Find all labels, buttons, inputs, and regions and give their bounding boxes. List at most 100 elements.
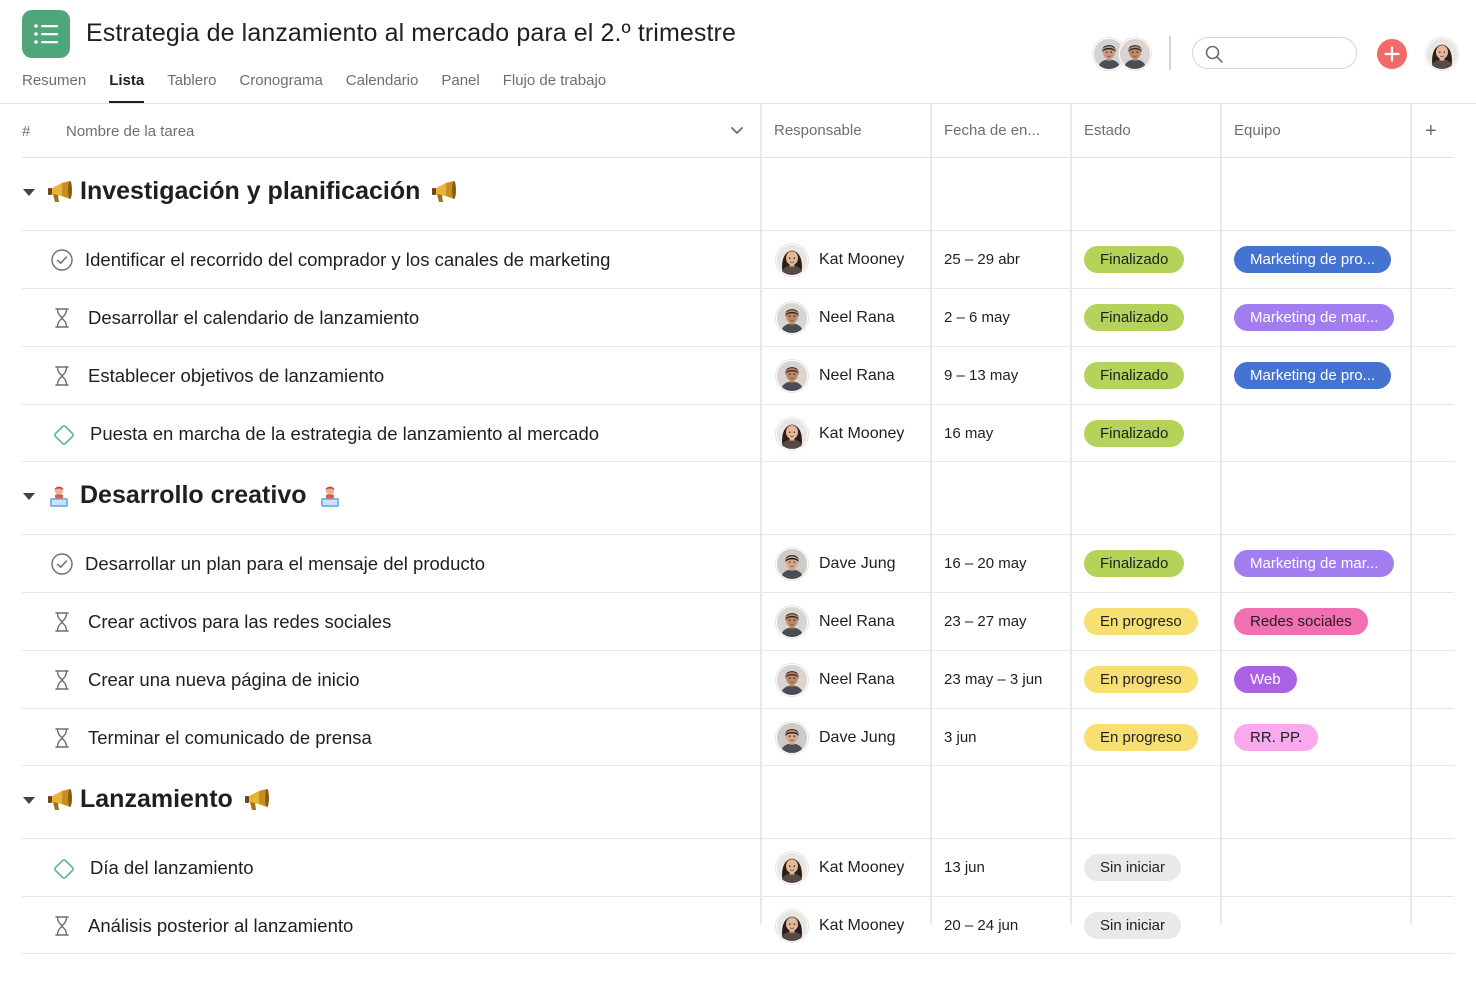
task-name[interactable]: Establecer objetivos de lanzamiento: [88, 365, 384, 387]
task-name[interactable]: Identificar el recorrido del comprador y…: [85, 249, 610, 271]
task-row[interactable]: Crear activos para las redes sociales Ne…: [22, 592, 1454, 650]
assignee-cell[interactable]: Dave Jung: [776, 722, 896, 754]
project-members[interactable]: [1093, 38, 1151, 70]
task-row[interactable]: Análisis posterior al lanzamiento Kat Mo…: [22, 896, 1454, 954]
tab-panel[interactable]: Panel: [441, 70, 479, 104]
column-assignee[interactable]: Responsable: [774, 122, 862, 139]
status-badge[interactable]: Finalizado: [1084, 420, 1185, 447]
status-badge[interactable]: Finalizado: [1084, 304, 1185, 331]
section-title[interactable]: Lanzamiento: [42, 785, 275, 814]
due-date[interactable]: 25 – 29 abr: [944, 251, 1020, 268]
status-badge[interactable]: En progreso: [1084, 666, 1198, 693]
tab-calendario[interactable]: Calendario: [346, 70, 419, 104]
task-name[interactable]: Día del lanzamiento: [90, 857, 254, 879]
status-badge[interactable]: Finalizado: [1084, 362, 1185, 389]
task-name[interactable]: Crear una nueva página de inicio: [88, 669, 360, 691]
chevron-down-icon[interactable]: [730, 126, 744, 136]
due-date[interactable]: 16 – 20 may: [944, 555, 1027, 572]
milestone-diamond-icon[interactable]: [50, 422, 74, 446]
column-status[interactable]: Estado: [1084, 122, 1131, 139]
due-date[interactable]: 2 – 6 may: [944, 309, 1010, 326]
collapse-caret-icon[interactable]: [23, 493, 35, 500]
tab-tablero[interactable]: Tablero: [167, 70, 216, 104]
assignee-cell[interactable]: Neel Rana: [776, 360, 895, 392]
tab-resumen[interactable]: Resumen: [22, 70, 86, 104]
task-name[interactable]: Terminar el comunicado de prensa: [88, 727, 372, 749]
collapse-caret-icon[interactable]: [23, 189, 35, 196]
column-task-name[interactable]: Nombre de la tarea: [66, 123, 194, 140]
status-badge[interactable]: Finalizado: [1084, 246, 1185, 273]
task-name[interactable]: Análisis posterior al lanzamiento: [88, 915, 353, 937]
add-button[interactable]: [1377, 39, 1407, 69]
task-name[interactable]: Desarrollar el calendario de lanzamiento: [88, 307, 419, 329]
due-date[interactable]: 13 jun: [944, 859, 985, 876]
hourglass-icon: [55, 916, 69, 936]
due-date[interactable]: 16 may: [944, 425, 993, 442]
megaphone-icon: [46, 787, 74, 813]
task-row[interactable]: Día del lanzamiento Kat Mooney 13 jun Sin …: [22, 838, 1454, 896]
team-badge[interactable]: Marketing de pro...: [1234, 362, 1392, 389]
assignee-cell[interactable]: Neel Rana: [776, 606, 895, 638]
hourglass-icon[interactable]: [50, 364, 74, 388]
status-badge[interactable]: En progreso: [1084, 608, 1198, 635]
hourglass-icon[interactable]: [50, 914, 74, 938]
team-badge[interactable]: Web: [1234, 666, 1297, 693]
task-name[interactable]: Puesta en marcha de la estrategia de lan…: [90, 423, 599, 445]
assignee-cell[interactable]: Dave Jung: [776, 548, 896, 580]
team-badge[interactable]: RR. PP.: [1234, 724, 1319, 751]
column-divider: [760, 104, 762, 924]
column-team[interactable]: Equipo: [1234, 122, 1281, 139]
task-name[interactable]: Desarrollar un plan para el mensaje del …: [85, 553, 485, 575]
team-badge[interactable]: Marketing de mar...: [1234, 304, 1395, 331]
project-list-icon[interactable]: [22, 10, 70, 58]
hourglass-icon[interactable]: [50, 306, 74, 330]
search-input[interactable]: [1192, 37, 1357, 69]
task-row[interactable]: Crear una nueva página de inicio Neel Ra…: [22, 650, 1454, 708]
task-row[interactable]: Desarrollar un plan para el mensaje del …: [22, 534, 1454, 592]
task-row[interactable]: Desarrollar el calendario de lanzamiento…: [22, 288, 1454, 346]
assignee-avatar: [776, 548, 808, 580]
team-badge[interactable]: Redes sociales: [1234, 608, 1368, 635]
assignee-cell[interactable]: Kat Mooney: [776, 910, 904, 942]
assignee-avatar: [776, 360, 808, 392]
check-circle-icon[interactable]: [50, 248, 74, 272]
due-date[interactable]: 23 – 27 may: [944, 613, 1027, 630]
assignee-cell[interactable]: Kat Mooney: [776, 852, 904, 884]
hourglass-icon[interactable]: [50, 668, 74, 692]
team-badge[interactable]: Marketing de mar...: [1234, 550, 1395, 577]
hourglass-icon[interactable]: [50, 610, 74, 634]
hourglass-icon[interactable]: [50, 726, 74, 750]
status-badge[interactable]: Finalizado: [1084, 550, 1185, 577]
assignee-avatar: [776, 664, 808, 696]
tab-cronograma[interactable]: Cronograma: [239, 70, 322, 104]
status-badge[interactable]: Sin iniciar: [1084, 854, 1182, 881]
section-title[interactable]: Investigación y planificación: [42, 177, 462, 206]
team-badge[interactable]: Marketing de pro...: [1234, 246, 1392, 273]
add-column-button[interactable]: +: [1425, 120, 1437, 143]
task-row[interactable]: Identificar el recorrido del comprador y…: [22, 230, 1454, 288]
assignee-avatar: [776, 418, 808, 450]
task-name[interactable]: Crear activos para las redes sociales: [88, 611, 391, 633]
tab-lista[interactable]: Lista: [109, 70, 145, 104]
due-date[interactable]: 20 – 24 jun: [944, 917, 1018, 934]
check-circle-icon[interactable]: [50, 552, 74, 576]
assignee-cell[interactable]: Neel Rana: [776, 664, 895, 696]
section-header: Investigación y planificación: [22, 158, 1454, 230]
tab-flujo-de-trabajo[interactable]: Flujo de trabajo: [503, 70, 606, 104]
assignee-cell[interactable]: Kat Mooney: [776, 418, 904, 450]
due-date[interactable]: 9 – 13 may: [944, 367, 1018, 384]
column-due-date[interactable]: Fecha de en...: [944, 122, 1040, 139]
task-row[interactable]: Establecer objetivos de lanzamiento Neel…: [22, 346, 1454, 404]
user-avatar[interactable]: [1426, 38, 1458, 70]
assignee-cell[interactable]: Kat Mooney: [776, 244, 904, 276]
assignee-cell[interactable]: Neel Rana: [776, 302, 895, 334]
due-date[interactable]: 23 may – 3 jun: [944, 671, 1042, 688]
due-date[interactable]: 3 jun: [944, 729, 977, 746]
status-badge[interactable]: En progreso: [1084, 724, 1198, 751]
task-row[interactable]: Terminar el comunicado de prensa Dave Ju…: [22, 708, 1454, 766]
task-row[interactable]: Puesta en marcha de la estrategia de lan…: [22, 404, 1454, 462]
collapse-caret-icon[interactable]: [23, 797, 35, 804]
section-title[interactable]: Desarrollo creativo: [42, 481, 349, 510]
milestone-diamond-icon[interactable]: [50, 856, 74, 880]
status-badge[interactable]: Sin iniciar: [1084, 912, 1182, 939]
